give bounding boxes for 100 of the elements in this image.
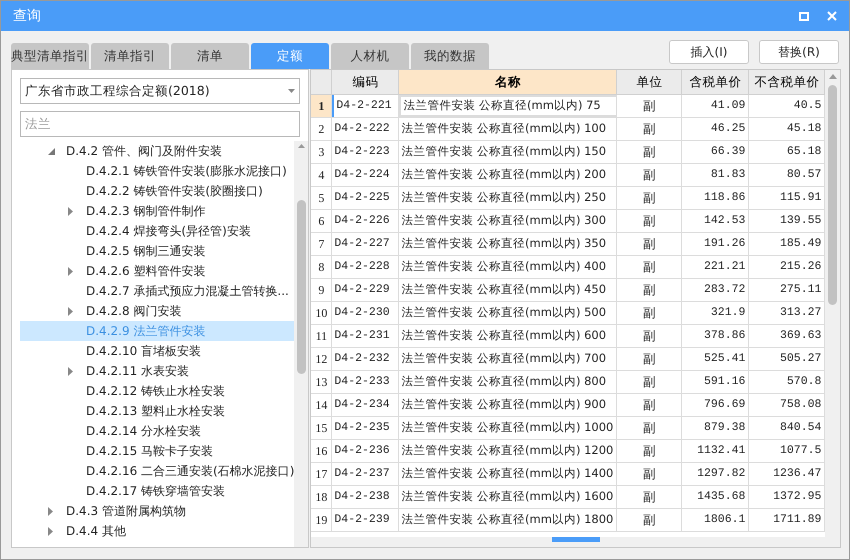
row-number[interactable]: 5 [311, 187, 332, 209]
action-button[interactable]: 替换(R) [759, 40, 839, 64]
table-cell: 591.16 [682, 371, 750, 393]
table-cell: 142.53 [682, 210, 750, 232]
tree-item[interactable]: D.4.2.10 盲堵板安装 [20, 341, 294, 361]
table-cell: D4-2-228 [332, 256, 400, 278]
tree-item[interactable]: D.4.2.2 铸铁管件安装(胶圈接口) [20, 181, 294, 201]
tab[interactable]: 清单 [171, 43, 249, 69]
row-number[interactable]: 15 [311, 417, 332, 439]
action-button[interactable]: 插入(I) [669, 40, 749, 64]
tree-item[interactable]: D.4.2.6 塑料管件安装 [20, 261, 294, 281]
library-select[interactable]: 广东省市政工程综合定额(2018) [20, 78, 300, 104]
column-header[interactable]: 含税单价 [682, 70, 750, 94]
column-header[interactable]: 单位 [617, 70, 682, 94]
table-cell: D4-2-232 [332, 348, 400, 370]
table-cell: 副 [617, 440, 682, 462]
row-number[interactable]: 4 [311, 164, 332, 186]
table-cell: 法兰管件安装 公称直径(mm以内) 1600 [399, 486, 618, 508]
table-cell: D4-2-224 [332, 164, 400, 186]
table-cell: 法兰管件安装 公称直径(mm以内) 350 [399, 233, 618, 255]
table-cell: 法兰管件安装 公称直径(mm以内) 1000 [399, 417, 618, 439]
tree-item[interactable]: D.4.2.14 分水栓安装 [20, 421, 294, 441]
table-cell: D4-2-237 [332, 463, 400, 485]
tree-item[interactable]: D.4.2.1 铸铁管件安装(膨胀水泥接口) [20, 161, 294, 181]
table-cell: 法兰管件安装 公称直径(mm以内) 100 [399, 118, 618, 140]
tree-item[interactable]: D.4.2 管件、阀门及附件安装 [20, 141, 294, 161]
row-number[interactable]: 12 [311, 348, 332, 370]
table-cell: 法兰管件安装 公称直径(mm以内) 150 [399, 141, 618, 163]
row-number[interactable]: 16 [311, 440, 332, 462]
table-cell: 副 [617, 233, 682, 255]
table-cell: D4-2-233 [332, 371, 400, 393]
tree-item[interactable]: D.4.2.15 马鞍卡子安装 [20, 441, 294, 461]
table-cell: 法兰管件安装 公称直径(mm以内) 600 [399, 325, 618, 347]
table-cell: 副 [617, 210, 682, 232]
table-cell: D4-2-238 [332, 486, 400, 508]
table-cell: 221.21 [682, 256, 750, 278]
table-cell: 1132.41 [682, 440, 750, 462]
row-number[interactable]: 10 [311, 302, 332, 324]
table-cell: 1806.1 [682, 509, 750, 531]
table-cell: 副 [617, 302, 682, 324]
table-cell: 副 [617, 118, 682, 140]
table-cell: 法兰管件安装 公称直径(mm以内) 900 [399, 394, 618, 416]
tree-item[interactable]: D.4.2.3 钢制管件制作 [20, 201, 294, 221]
table-cell: 副 [617, 394, 682, 416]
row-number[interactable]: 19 [311, 509, 332, 531]
table-cell: 法兰管件安装 公称直径(mm以内) 1800 [399, 509, 618, 531]
row-number[interactable]: 18 [311, 486, 332, 508]
column-header[interactable]: 名称 [399, 70, 618, 94]
row-number[interactable]: 13 [311, 371, 332, 393]
tree-item[interactable]: D.4.2.4 焊接弯头(异径管)安装 [20, 221, 294, 241]
table-cell: D4-2-229 [332, 279, 400, 301]
row-number[interactable]: 1 [311, 95, 332, 117]
row-number[interactable]: 6 [311, 210, 332, 232]
table-cell: 321.9 [682, 302, 750, 324]
tree-item[interactable]: D.4.2.16 二合三通安装(石棉水泥接口) [20, 461, 294, 481]
table-cell: 法兰管件安装 公称直径(mm以内) 75 [399, 95, 618, 117]
table-cell: 副 [617, 164, 682, 186]
tree-item[interactable]: D.4.3 管道附属构筑物 [20, 501, 294, 521]
table-cell: 378.86 [682, 325, 750, 347]
table-cell: 副 [617, 371, 682, 393]
table-cell: 副 [617, 256, 682, 278]
table-cell: 副 [617, 348, 682, 370]
tree-item[interactable]: D.4.2.17 铸铁穿墙管安装 [20, 481, 294, 501]
table-cell: 66.39 [682, 141, 750, 163]
tree-item[interactable]: D.4.2.8 阀门安装 [20, 301, 294, 321]
table-cell: 796.69 [682, 394, 750, 416]
row-number[interactable]: 11 [311, 325, 332, 347]
table-cell: D4-2-234 [332, 394, 400, 416]
table-cell: D4-2-231 [332, 325, 400, 347]
table-cell: 525.41 [682, 348, 750, 370]
row-number[interactable]: 3 [311, 141, 332, 163]
table-cell: 法兰管件安装 公称直径(mm以内) 500 [399, 302, 618, 324]
tree-item[interactable]: D.4.2.11 水表安装 [20, 361, 294, 381]
table-cell: 191.26 [682, 233, 750, 255]
tree-item[interactable]: D.4.2.5 钢制三通安装 [20, 241, 294, 261]
tab[interactable]: 典型清单指引 [11, 43, 89, 69]
table-cell: D4-2-225 [332, 187, 400, 209]
table-cell: 法兰管件安装 公称直径(mm以内) 250 [399, 187, 618, 209]
table-cell: 法兰管件安装 公称直径(mm以内) 450 [399, 279, 618, 301]
table-cell: 1435.68 [682, 486, 750, 508]
table-cell: 副 [617, 141, 682, 163]
tree-item[interactable]: D.4.2.12 铸铁止水栓安装 [20, 381, 294, 401]
tab[interactable]: 人材机 [331, 43, 409, 69]
row-number[interactable]: 2 [311, 118, 332, 140]
tab[interactable]: 我的数据 [411, 43, 489, 69]
tab[interactable]: 清单指引 [91, 43, 169, 69]
table-cell: 副 [617, 279, 682, 301]
table-cell: 118.86 [682, 187, 750, 209]
table-cell: 1297.82 [682, 463, 750, 485]
row-number[interactable]: 14 [311, 394, 332, 416]
table-cell: 法兰管件安装 公称直径(mm以内) 1400 [399, 463, 618, 485]
table-cell: D4-2-236 [332, 440, 400, 462]
row-number[interactable]: 8 [311, 256, 332, 278]
tree-item[interactable]: D.4.4 其他 [20, 521, 294, 541]
tree-item[interactable]: D.4.2.7 承插式预应力混凝土管转换... [20, 281, 294, 301]
tree-item[interactable]: D.4.2.13 塑料止水栓安装 [20, 401, 294, 421]
table-cell: 法兰管件安装 公称直径(mm以内) 1200 [399, 440, 618, 462]
row-number[interactable]: 9 [311, 279, 332, 301]
row-number[interactable]: 17 [311, 463, 332, 485]
row-number[interactable]: 7 [311, 233, 332, 255]
